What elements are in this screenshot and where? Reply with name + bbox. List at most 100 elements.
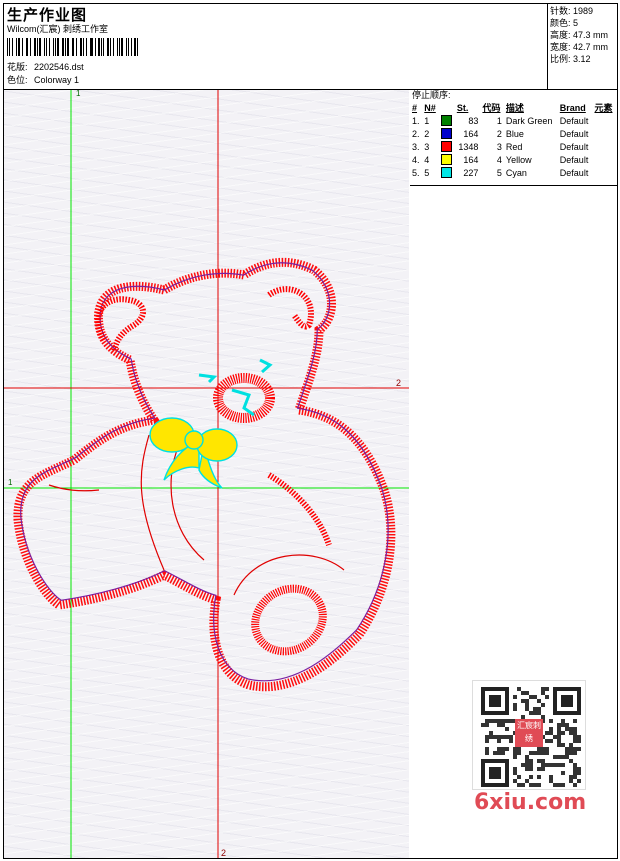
qr-module bbox=[545, 739, 549, 743]
qr-module bbox=[577, 771, 581, 775]
stat-colors: 颜色: 5 bbox=[550, 18, 579, 28]
watermark-text: 6xiu.com bbox=[474, 790, 587, 815]
row-element bbox=[592, 127, 616, 140]
qr-module bbox=[545, 687, 549, 691]
barcode-bar bbox=[103, 38, 105, 56]
design-file-name: 2202546.dst bbox=[34, 62, 84, 72]
row-index: 2. bbox=[412, 128, 420, 139]
barcode-bar bbox=[76, 38, 77, 56]
qr-module bbox=[529, 775, 533, 779]
barcode-bar bbox=[67, 38, 69, 56]
qr-module bbox=[569, 743, 573, 747]
row-brand: Default bbox=[559, 115, 589, 126]
qr-module bbox=[541, 759, 545, 763]
qr-module bbox=[485, 739, 489, 743]
barcode-bar bbox=[73, 38, 75, 56]
qr-module bbox=[497, 723, 501, 727]
qr-module bbox=[545, 763, 549, 767]
qr-module bbox=[545, 747, 549, 751]
stat-width: 宽度: 42.7 mm bbox=[550, 42, 609, 52]
row-brand: Default bbox=[559, 154, 589, 165]
guide-label-2-bottom: 2 bbox=[221, 848, 226, 858]
qr-module bbox=[529, 695, 533, 699]
barcode-bar bbox=[82, 38, 85, 56]
qr-module bbox=[573, 727, 577, 731]
barcode-bar bbox=[53, 38, 54, 56]
qr-module bbox=[573, 767, 577, 771]
bear-right-ear bbox=[267, 286, 314, 330]
row-stitches: 164 bbox=[463, 154, 479, 165]
bear-left-ear bbox=[95, 296, 146, 353]
row-element bbox=[592, 114, 616, 127]
qr-module bbox=[497, 735, 501, 739]
qr-module bbox=[557, 723, 561, 727]
qr-module bbox=[525, 767, 529, 771]
stop-sequence-row: 2. 2 164 2 Blue Default bbox=[410, 127, 616, 140]
qr-module bbox=[557, 763, 561, 767]
qr-module bbox=[509, 735, 513, 739]
stop-sequence-panel: 停止顺序: # N# St. 代码 描述 Brand 元素 1. 1 83 1 Dark… bbox=[410, 89, 618, 186]
barcode-bar bbox=[34, 38, 36, 56]
barcode-bar bbox=[44, 38, 46, 56]
qr-module bbox=[481, 723, 485, 727]
col-description: 描述 bbox=[505, 103, 524, 113]
qr-module bbox=[525, 763, 529, 767]
studio-name: Wilcom(汇宸) 刺绣工作室 bbox=[7, 24, 108, 34]
qr-module bbox=[573, 775, 577, 779]
qr-module bbox=[529, 763, 533, 767]
bear-eye-right bbox=[259, 358, 273, 374]
qr-module bbox=[573, 731, 577, 735]
barcode-bar bbox=[125, 38, 128, 56]
qr-module bbox=[513, 767, 517, 771]
qr-module bbox=[561, 783, 565, 787]
row-stitches: 1348 bbox=[458, 141, 479, 152]
qr-module bbox=[513, 703, 517, 707]
barcode-bar bbox=[130, 38, 132, 56]
qr-module bbox=[517, 775, 521, 779]
barcode-bar bbox=[30, 38, 32, 56]
row-number: 2 bbox=[424, 128, 430, 139]
qr-module bbox=[541, 751, 545, 755]
qr-module bbox=[557, 727, 561, 731]
qr-module bbox=[573, 771, 577, 775]
qr-module bbox=[493, 719, 497, 723]
barcode-bar bbox=[128, 38, 129, 56]
qr-module bbox=[521, 763, 525, 767]
qr-module bbox=[541, 687, 545, 691]
stop-sequence-row: 5. 5 227 5 Cyan Default bbox=[410, 166, 616, 179]
barcode-bar bbox=[9, 38, 10, 56]
qr-module bbox=[525, 699, 529, 703]
qr-module bbox=[513, 695, 517, 699]
barcode-bar bbox=[39, 38, 42, 56]
qr-module bbox=[541, 703, 545, 707]
qr-module bbox=[533, 751, 537, 755]
qr-module bbox=[561, 731, 565, 735]
barcode-bar bbox=[27, 38, 29, 56]
qr-stamp: 汇宸刺绣 bbox=[515, 719, 543, 747]
qr-module bbox=[485, 719, 489, 723]
barcode-bar bbox=[94, 38, 96, 56]
qr-module bbox=[501, 751, 505, 755]
row-number: 3 bbox=[424, 141, 430, 152]
barcode-bar bbox=[117, 38, 118, 56]
barcode-bar bbox=[110, 38, 111, 56]
col-brand: Brand bbox=[559, 102, 586, 113]
stop-sequence-row: 1. 1 83 1 Dark Green Default bbox=[410, 114, 616, 127]
qr-module bbox=[557, 783, 561, 787]
barcode-bar bbox=[36, 38, 38, 56]
qr-module bbox=[541, 767, 545, 771]
qr-module bbox=[489, 735, 493, 739]
color-swatch bbox=[440, 167, 452, 179]
qr-module bbox=[537, 759, 541, 763]
qr-module bbox=[569, 775, 573, 779]
barcode-bar bbox=[137, 38, 139, 56]
qr-module bbox=[561, 771, 565, 775]
qr-module bbox=[521, 691, 525, 695]
row-description: Blue bbox=[505, 128, 524, 139]
barcode-bar bbox=[71, 38, 73, 56]
qr-module bbox=[485, 723, 489, 727]
qr-module bbox=[513, 751, 517, 755]
design-canvas: 1 1 2 2 bbox=[4, 90, 409, 858]
barcode-bar bbox=[15, 38, 17, 56]
qr-module bbox=[553, 735, 557, 739]
